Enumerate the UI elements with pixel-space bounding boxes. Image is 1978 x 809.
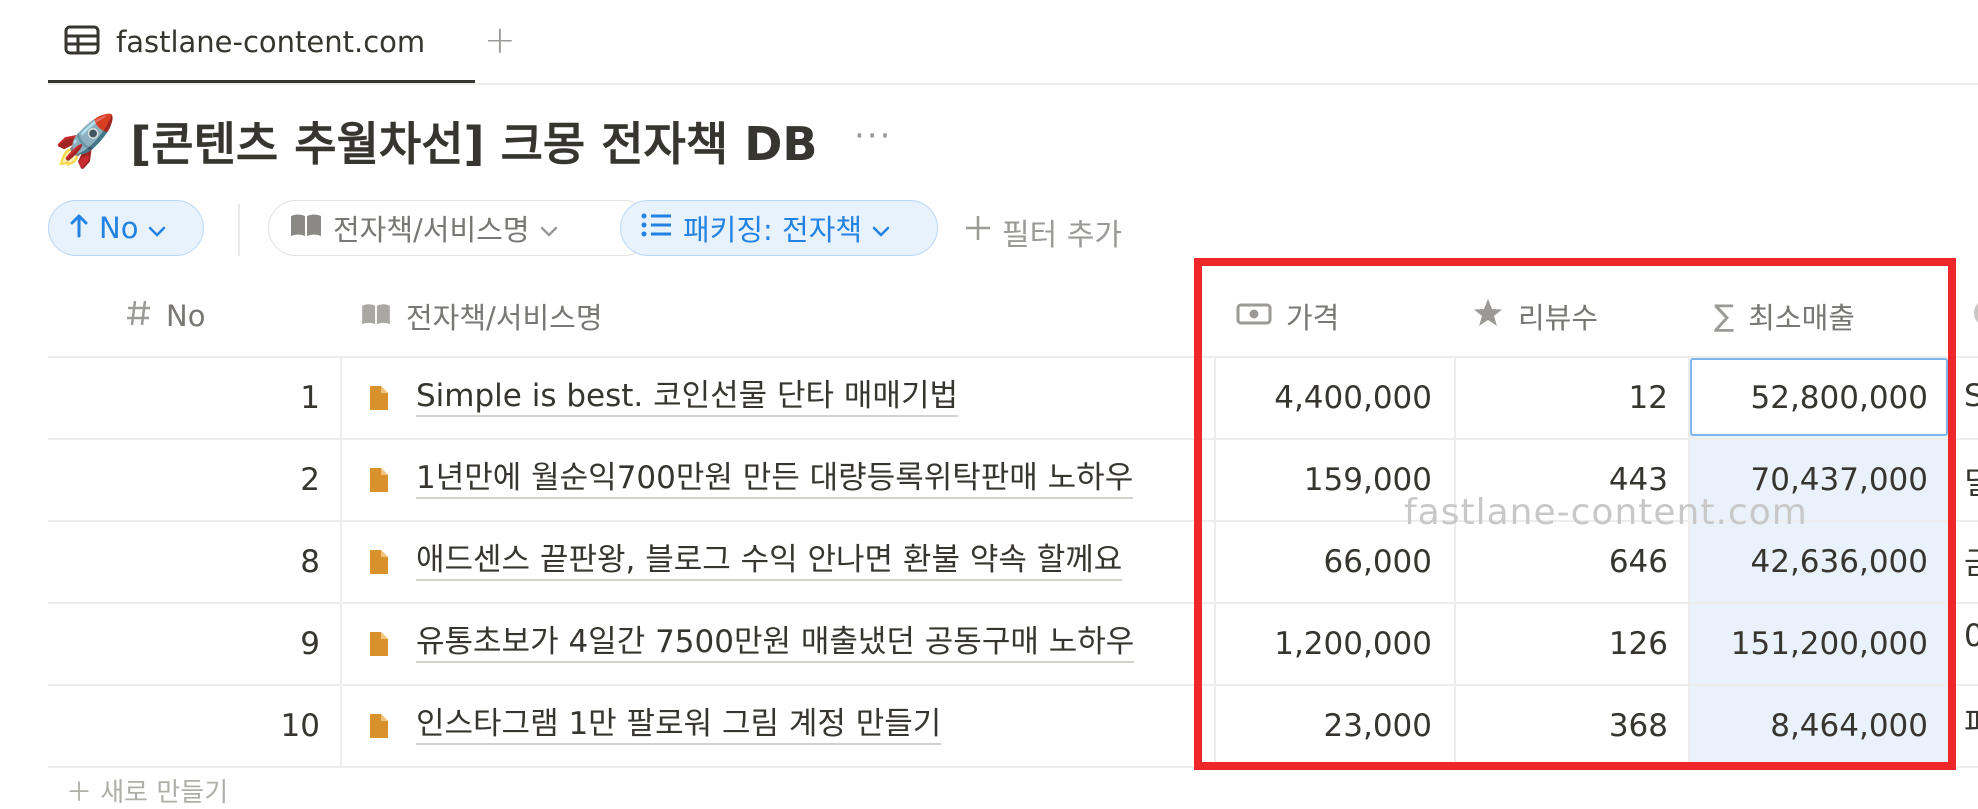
column-label-no: No xyxy=(166,299,206,333)
filter-separator xyxy=(238,204,240,256)
arrow-up-icon xyxy=(69,211,89,245)
column-header-next[interactable] xyxy=(1970,276,1978,356)
add-filter-button[interactable]: 필터 추가 xyxy=(964,210,1122,254)
chevron-down-icon xyxy=(872,211,890,245)
overflow-glyph: 0 xyxy=(1964,618,1978,654)
page-icon xyxy=(368,630,390,658)
cell-name[interactable]: 인스타그램 1만 팔로워 그림 계정 만들기 xyxy=(368,686,942,766)
table-icon xyxy=(64,25,100,59)
list-icon xyxy=(641,211,673,245)
rocket-emoji-icon[interactable]: 🚀 xyxy=(54,112,116,171)
page-title-row: 🚀 [콘텐츠 추월차선] 크몽 전자책 DB ··· xyxy=(54,108,890,174)
chevron-down-icon xyxy=(540,211,558,245)
more-options-icon[interactable]: ··· xyxy=(854,116,892,156)
sort-pill-label: No xyxy=(99,211,139,245)
add-view-icon[interactable]: + xyxy=(484,18,516,62)
overflow-glyph: 퍼 xyxy=(1964,698,1978,743)
page-link[interactable]: 인스타그램 1만 팔로워 그림 계정 만들기 xyxy=(416,707,942,745)
page-link[interactable]: Simple is best. 코인선물 단타 매매기법 xyxy=(416,379,958,417)
book-icon xyxy=(360,299,392,333)
sort-pill[interactable]: No xyxy=(48,200,204,256)
add-filter-label: 필터 추가 xyxy=(1002,218,1122,253)
overflow-glyph: 금 xyxy=(1964,538,1978,583)
cell-no: 10 xyxy=(280,708,320,744)
overflow-glyph: 딜 xyxy=(1964,458,1978,503)
new-row-button[interactable]: ＋ 새로 만들기 xyxy=(66,772,228,809)
page-link[interactable]: 유통초보가 4일간 7500만원 매출냈던 공동구매 노하우 xyxy=(416,625,1135,663)
name-filter-pill[interactable]: 전자책/서비스명 xyxy=(268,200,652,256)
tab-divider xyxy=(48,83,1978,85)
cell-name[interactable]: 애드센스 끝판왕, 블로그 수익 안나면 환불 약속 할께요 xyxy=(368,522,1123,602)
cell-no: 9 xyxy=(300,626,320,662)
column-label-name: 전자책/서비스명 xyxy=(406,301,603,335)
column-header-no[interactable]: No xyxy=(126,276,205,356)
cell-name[interactable]: 1년만에 월순익700만원 만든 대량등록위탁판매 노하우 xyxy=(368,440,1134,520)
page-link[interactable]: 애드센스 끝판왕, 블로그 수익 안나면 환불 약속 할께요 xyxy=(416,543,1123,581)
page-title[interactable]: [콘텐츠 추월차선] 크몽 전자책 DB xyxy=(130,108,817,174)
page-icon xyxy=(368,712,390,740)
column-header-name[interactable]: 전자책/서비스명 xyxy=(360,276,603,356)
page-link[interactable]: 1년만에 월순익700만원 만든 대량등록위탁판매 노하우 xyxy=(416,461,1134,499)
name-filter-label: 전자책/서비스명 xyxy=(333,213,530,247)
page-icon xyxy=(368,548,390,576)
cell-name[interactable]: 유통초보가 4일간 7500만원 매출냈던 공동구매 노하우 xyxy=(368,604,1135,684)
hash-icon xyxy=(126,299,152,334)
plus-icon xyxy=(964,214,992,250)
cell-no: 8 xyxy=(300,544,320,580)
status-icon xyxy=(1970,299,1978,334)
page-icon xyxy=(368,466,390,494)
cell-no: 1 xyxy=(300,380,320,416)
chevron-down-icon xyxy=(148,211,166,245)
filter-bar: No 전자책/서비스명 패키징: 전자책 필터 추가 xyxy=(48,200,1248,260)
book-icon xyxy=(289,211,323,245)
packaging-filter-label: 패키징: 전자책 xyxy=(683,213,863,247)
overflow-glyph: S xyxy=(1964,378,1978,414)
page-icon xyxy=(368,384,390,412)
cell-no: 2 xyxy=(300,462,320,498)
tab-label: fastlane-content.com xyxy=(116,25,426,59)
cell-name[interactable]: Simple is best. 코인선물 단타 매매기법 xyxy=(368,358,958,438)
annotation-highlight-box xyxy=(1194,258,1956,770)
packaging-filter-pill[interactable]: 패키징: 전자책 xyxy=(620,200,938,256)
tab-table-view[interactable]: fastlane-content.com xyxy=(48,0,475,84)
view-tab-bar: fastlane-content.com + xyxy=(0,0,1978,85)
